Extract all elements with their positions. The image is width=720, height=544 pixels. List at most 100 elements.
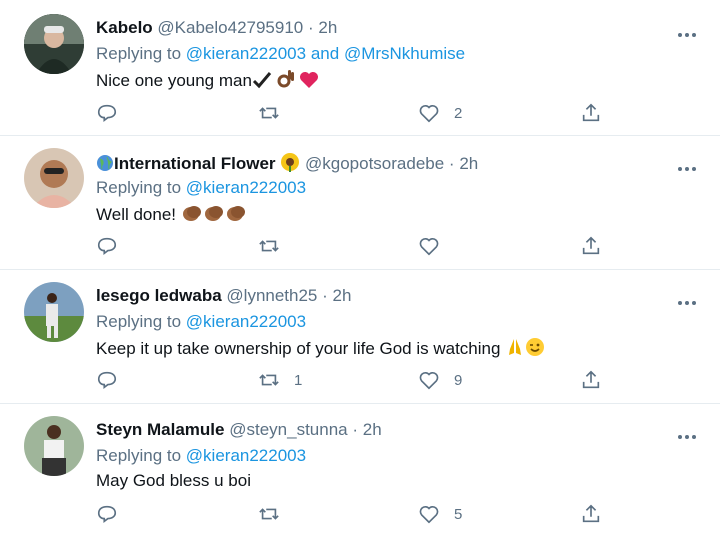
replying-to: Replying to @kieran222003 — [96, 446, 306, 466]
retweet-icon — [259, 374, 279, 386]
like-button[interactable]: 9 — [418, 368, 462, 392]
share-button[interactable] — [580, 234, 602, 258]
replying-to-label: Replying to — [96, 178, 182, 197]
user-handle[interactable]: @kgopotsoradebe — [305, 154, 444, 173]
share-icon — [582, 504, 600, 523]
clapping-hands-emoji — [203, 203, 225, 228]
retweet-button[interactable] — [258, 234, 294, 258]
tweet-text-body: Nice one young man — [96, 71, 252, 90]
more-icon[interactable] — [678, 24, 700, 38]
share-icon — [582, 370, 600, 389]
tweet-header: lesego ledwaba @lynneth25 · 2h — [96, 286, 351, 306]
folded-hands-emoji — [505, 337, 525, 362]
heart-icon — [419, 506, 439, 524]
mention-link[interactable]: @kieran222003 — [186, 44, 306, 63]
mention-link[interactable]: @kieran222003 — [186, 178, 306, 197]
avatar[interactable] — [24, 282, 84, 342]
globe-emoji — [96, 154, 114, 177]
share-button[interactable] — [580, 368, 602, 392]
tweet-text: Nice one young man — [96, 69, 319, 94]
ok-hand-emoji — [277, 69, 295, 94]
separator-dot: · — [448, 154, 455, 173]
mention-link[interactable]: @kieran222003 — [186, 446, 306, 465]
timestamp[interactable]: 2h — [459, 154, 478, 173]
display-name[interactable]: lesego ledwaba — [96, 286, 222, 305]
share-icon — [582, 236, 600, 255]
replying-to-label: Replying to — [96, 446, 182, 465]
tweet-actions: 1 9 — [96, 368, 616, 392]
reply-button[interactable] — [96, 502, 132, 526]
share-button[interactable] — [580, 101, 602, 125]
tweet-actions: 5 — [96, 502, 616, 526]
reply-button[interactable] — [96, 368, 132, 392]
heart-icon — [419, 372, 439, 390]
red-heart-emoji — [299, 71, 319, 94]
reply-icon — [97, 104, 117, 122]
heart-icon — [419, 105, 439, 123]
mention-link[interactable]: @MrsNkhumise — [344, 44, 465, 63]
like-button[interactable]: 5 — [418, 502, 462, 526]
display-name[interactable]: International Flower — [114, 154, 276, 173]
like-button[interactable] — [418, 234, 454, 258]
separator-dot: · — [352, 420, 359, 439]
tweet-text: Keep it up take ownership of your life G… — [96, 337, 545, 362]
heart-icon — [419, 238, 439, 256]
reply-button[interactable] — [96, 101, 132, 125]
reply-button[interactable] — [96, 234, 132, 258]
share-button[interactable] — [580, 502, 602, 526]
tweet-header: Steyn Malamule @steyn_stunna · 2h — [96, 420, 382, 440]
tweet[interactable]: International Flower @kgopotsoradebe · 2… — [0, 136, 720, 270]
check-mark-emoji — [252, 71, 272, 94]
retweet-button[interactable] — [258, 502, 294, 526]
retweet-icon — [259, 240, 279, 252]
user-handle[interactable]: @steyn_stunna — [229, 420, 347, 439]
mention-link[interactable]: @kieran222003 — [186, 312, 306, 331]
share-icon — [582, 103, 600, 122]
winking-face-emoji — [525, 337, 545, 362]
display-name[interactable]: Steyn Malamule — [96, 420, 225, 439]
tweet-actions — [96, 234, 616, 258]
replying-to: Replying to @kieran222003 — [96, 312, 306, 332]
tweet-text-body: Keep it up take ownership of your life G… — [96, 339, 501, 358]
avatar[interactable] — [24, 14, 84, 74]
user-handle[interactable]: @lynneth25 — [226, 286, 317, 305]
clapping-hands-emoji — [181, 203, 203, 228]
tweet[interactable]: lesego ledwaba @lynneth25 · 2h Replying … — [0, 270, 720, 404]
reply-icon — [97, 371, 117, 389]
like-count: 2 — [454, 104, 463, 122]
replying-to-label: Replying to — [96, 312, 182, 331]
separator-dot: · — [322, 286, 328, 305]
timestamp[interactable]: 2h — [318, 18, 337, 37]
avatar[interactable] — [24, 148, 84, 208]
user-handle[interactable]: @Kabelo42795910 — [157, 18, 303, 37]
tweet-text-body: Well done! — [96, 205, 177, 224]
timestamp[interactable]: 2h — [363, 420, 382, 439]
tweet-actions: 2 — [96, 101, 616, 125]
more-icon[interactable] — [678, 426, 700, 440]
replying-to-label: Replying to — [96, 44, 182, 63]
tweet-header: Kabelo @Kabelo42795910 · 2h — [96, 18, 337, 38]
replying-to: Replying to @kieran222003 — [96, 178, 306, 198]
retweet-button[interactable] — [258, 101, 294, 125]
replying-to: Replying to @kieran222003 and @MrsNkhumi… — [96, 44, 465, 64]
reply-icon — [97, 505, 117, 523]
tweet-text: May God bless u boi — [96, 471, 251, 491]
timestamp[interactable]: 2h — [333, 286, 352, 305]
tweet[interactable]: Kabelo @Kabelo42795910 · 2h Replying to … — [0, 0, 720, 136]
like-count: 5 — [454, 505, 463, 523]
more-icon[interactable] — [678, 158, 700, 172]
like-count: 9 — [454, 371, 463, 389]
separator-dot: · — [307, 18, 314, 37]
display-name[interactable]: Kabelo — [96, 18, 153, 37]
like-button[interactable]: 2 — [418, 101, 462, 125]
more-icon[interactable] — [678, 292, 700, 306]
tweet[interactable]: Steyn Malamule @steyn_stunna · 2h Replyi… — [0, 404, 720, 544]
clapping-hands-emoji — [225, 203, 247, 228]
retweet-button[interactable]: 1 — [258, 368, 302, 392]
tweet-text: Well done! — [96, 203, 247, 228]
retweet-icon — [259, 107, 279, 119]
avatar[interactable] — [24, 416, 84, 476]
tweet-header: International Flower @kgopotsoradebe · 2… — [96, 152, 478, 177]
mention-and[interactable]: and — [311, 44, 339, 63]
retweet-icon — [259, 508, 279, 520]
